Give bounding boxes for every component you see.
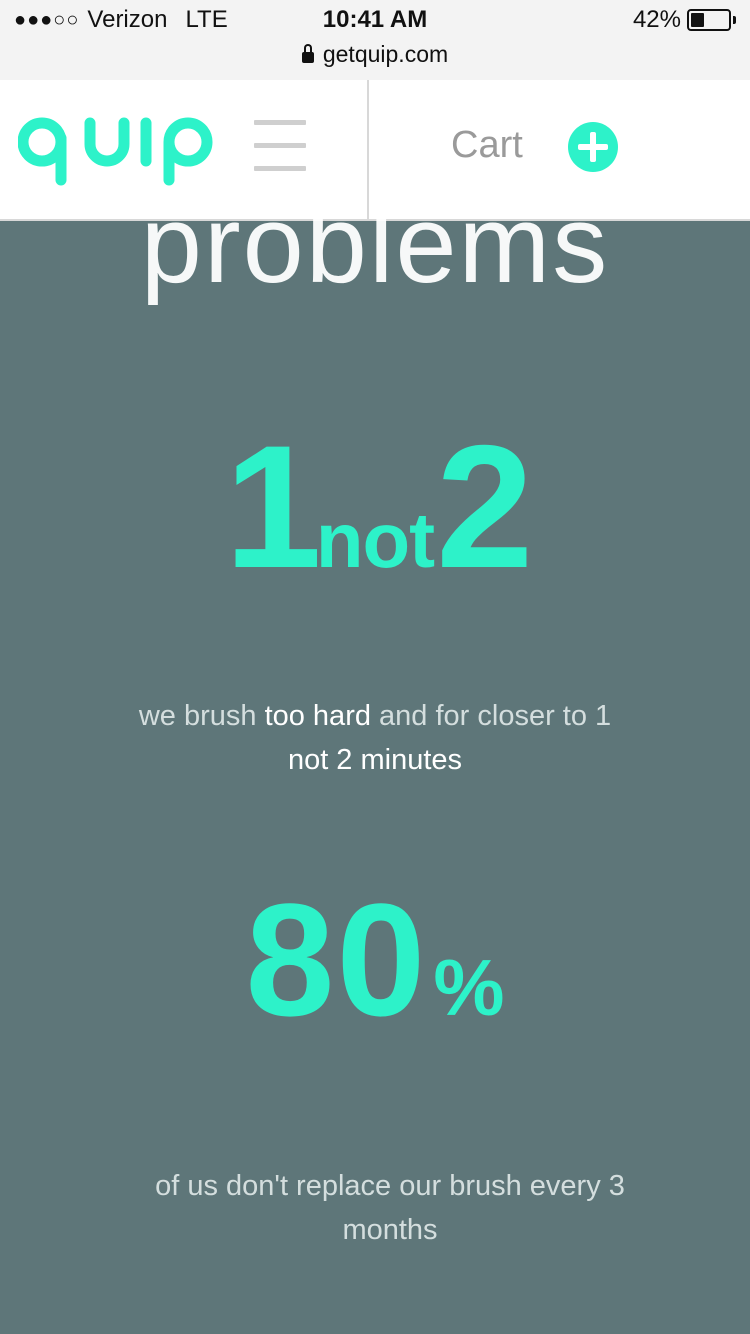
desc1-mid: and for closer to 1 — [370, 700, 612, 732]
menu-icon[interactable] — [254, 120, 306, 174]
desc1-pre: we brush — [138, 700, 265, 732]
stat1-first: 1 — [224, 410, 322, 605]
stat2-description: of us don't replace our brush every 3 mo… — [155, 1170, 625, 1246]
battery-icon — [687, 9, 731, 31]
address-bar[interactable]: getquip.com — [0, 41, 750, 68]
cart-link[interactable]: Cart — [451, 124, 523, 167]
battery-status: 42% — [633, 6, 736, 34]
add-to-cart-plus-icon[interactable] — [568, 122, 618, 172]
battery-fill — [691, 13, 705, 27]
section-heading-text: problems — [140, 183, 610, 306]
desc1-highlight-too-hard: too hard — [264, 700, 371, 732]
stat1-middle: not — [315, 496, 435, 584]
battery-tip — [733, 16, 736, 24]
stat2-value: 80 — [245, 870, 428, 1049]
quip-logo-mark — [17, 117, 213, 186]
stat1-description: we brush too hard and for closer to 1 no… — [120, 694, 630, 782]
lock-icon — [301, 44, 314, 63]
section-heading: problems — [0, 190, 750, 300]
stat-replacement: 80% — [0, 880, 750, 1040]
desc1-highlight-minutes: not 2 minutes — [287, 744, 463, 776]
quip-logo[interactable] — [17, 114, 214, 191]
battery-percent: 42% — [632, 6, 681, 33]
status-bar: ●●●○○ Verizon LTE 10:41 AM 42% getquip.c… — [0, 0, 750, 80]
url-text[interactable]: getquip.com — [323, 41, 448, 68]
stat1-last: 2 — [436, 410, 533, 605]
stat-brush-time: 1not2 — [0, 420, 750, 595]
stat2-unit: % — [433, 943, 505, 1032]
